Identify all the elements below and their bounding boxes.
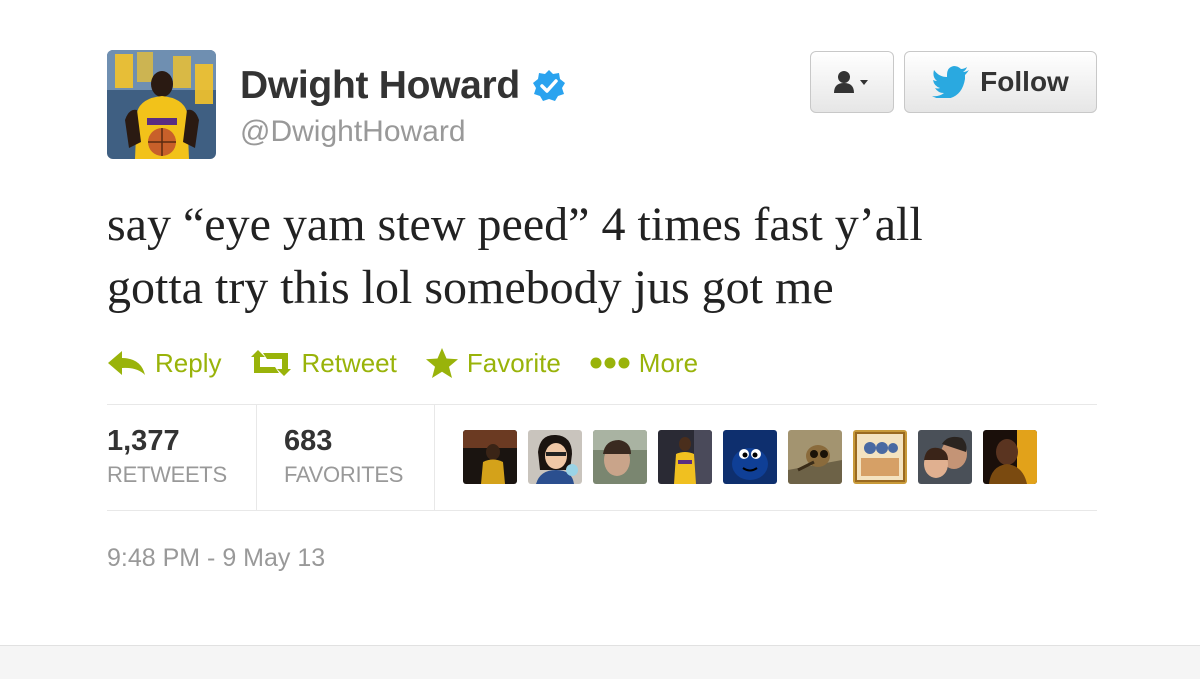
user-actions-button[interactable] bbox=[810, 51, 894, 113]
player-photo-avatar-icon bbox=[107, 50, 216, 159]
tweet-timestamp[interactable]: 9:48 PM - 9 May 13 bbox=[107, 544, 325, 573]
stat-separator bbox=[434, 405, 435, 510]
more-dots-icon bbox=[590, 357, 630, 369]
stat-separator bbox=[256, 405, 257, 510]
favorited-by-avatars bbox=[463, 430, 1048, 484]
favorite-action[interactable]: Favorite bbox=[425, 347, 561, 379]
favorites-count: 683 bbox=[284, 425, 333, 457]
favoriter-avatar[interactable] bbox=[788, 430, 842, 484]
reply-icon bbox=[108, 351, 145, 375]
favorites-stat[interactable]: 683 FAVORITES bbox=[284, 425, 403, 489]
reply-action[interactable]: Reply bbox=[107, 348, 221, 379]
twitter-bird-icon bbox=[932, 66, 970, 98]
favoriter-avatar[interactable] bbox=[983, 430, 1037, 484]
more-action[interactable]: More bbox=[589, 348, 698, 379]
favoriter-avatar[interactable] bbox=[593, 430, 647, 484]
footer-band bbox=[0, 645, 1200, 679]
reply-label: Reply bbox=[155, 347, 222, 378]
author-name-text: Dwight Howard bbox=[240, 64, 520, 107]
star-icon bbox=[425, 348, 458, 378]
author-avatar[interactable] bbox=[107, 50, 216, 159]
tweet-actions: Reply Retweet Favorite More bbox=[107, 343, 726, 383]
retweets-count: 1,377 bbox=[107, 425, 180, 457]
retweet-label: Retweet bbox=[301, 347, 397, 378]
favoriter-avatar[interactable] bbox=[853, 430, 907, 484]
favoriter-avatar[interactable] bbox=[723, 430, 777, 484]
favorites-label: FAVORITES bbox=[284, 462, 404, 487]
retweet-action[interactable]: Retweet bbox=[249, 347, 397, 379]
divider bbox=[107, 510, 1097, 511]
author-handle[interactable]: @DwightHoward bbox=[240, 114, 466, 150]
tweet-text: say “eye yam stew peed” 4 times fast y’a… bbox=[107, 193, 1107, 319]
tweet-text-line: gotta try this lol somebody jus got me bbox=[107, 261, 834, 314]
tweet-text-line: say “eye yam stew peed” 4 times fast y’a… bbox=[107, 198, 923, 251]
favoriter-avatar[interactable] bbox=[528, 430, 582, 484]
favorite-label: Favorite bbox=[466, 347, 561, 378]
retweets-label: RETWEETS bbox=[107, 462, 227, 487]
tweet-card: Dwight Howard @DwightHoward Follow say “… bbox=[0, 0, 1200, 645]
more-label: More bbox=[638, 347, 699, 378]
retweet-icon bbox=[251, 350, 292, 376]
favoriter-avatar[interactable] bbox=[463, 430, 517, 484]
author-name[interactable]: Dwight Howard bbox=[240, 64, 566, 108]
verified-badge-icon bbox=[532, 70, 565, 101]
retweets-stat[interactable]: 1,377 RETWEETS bbox=[107, 425, 227, 489]
favoriter-avatar[interactable] bbox=[918, 430, 972, 484]
favoriter-avatar[interactable] bbox=[658, 430, 712, 484]
user-dropdown-icon bbox=[834, 71, 868, 93]
follow-button[interactable]: Follow bbox=[904, 51, 1097, 113]
follow-button-label: Follow bbox=[980, 66, 1069, 97]
